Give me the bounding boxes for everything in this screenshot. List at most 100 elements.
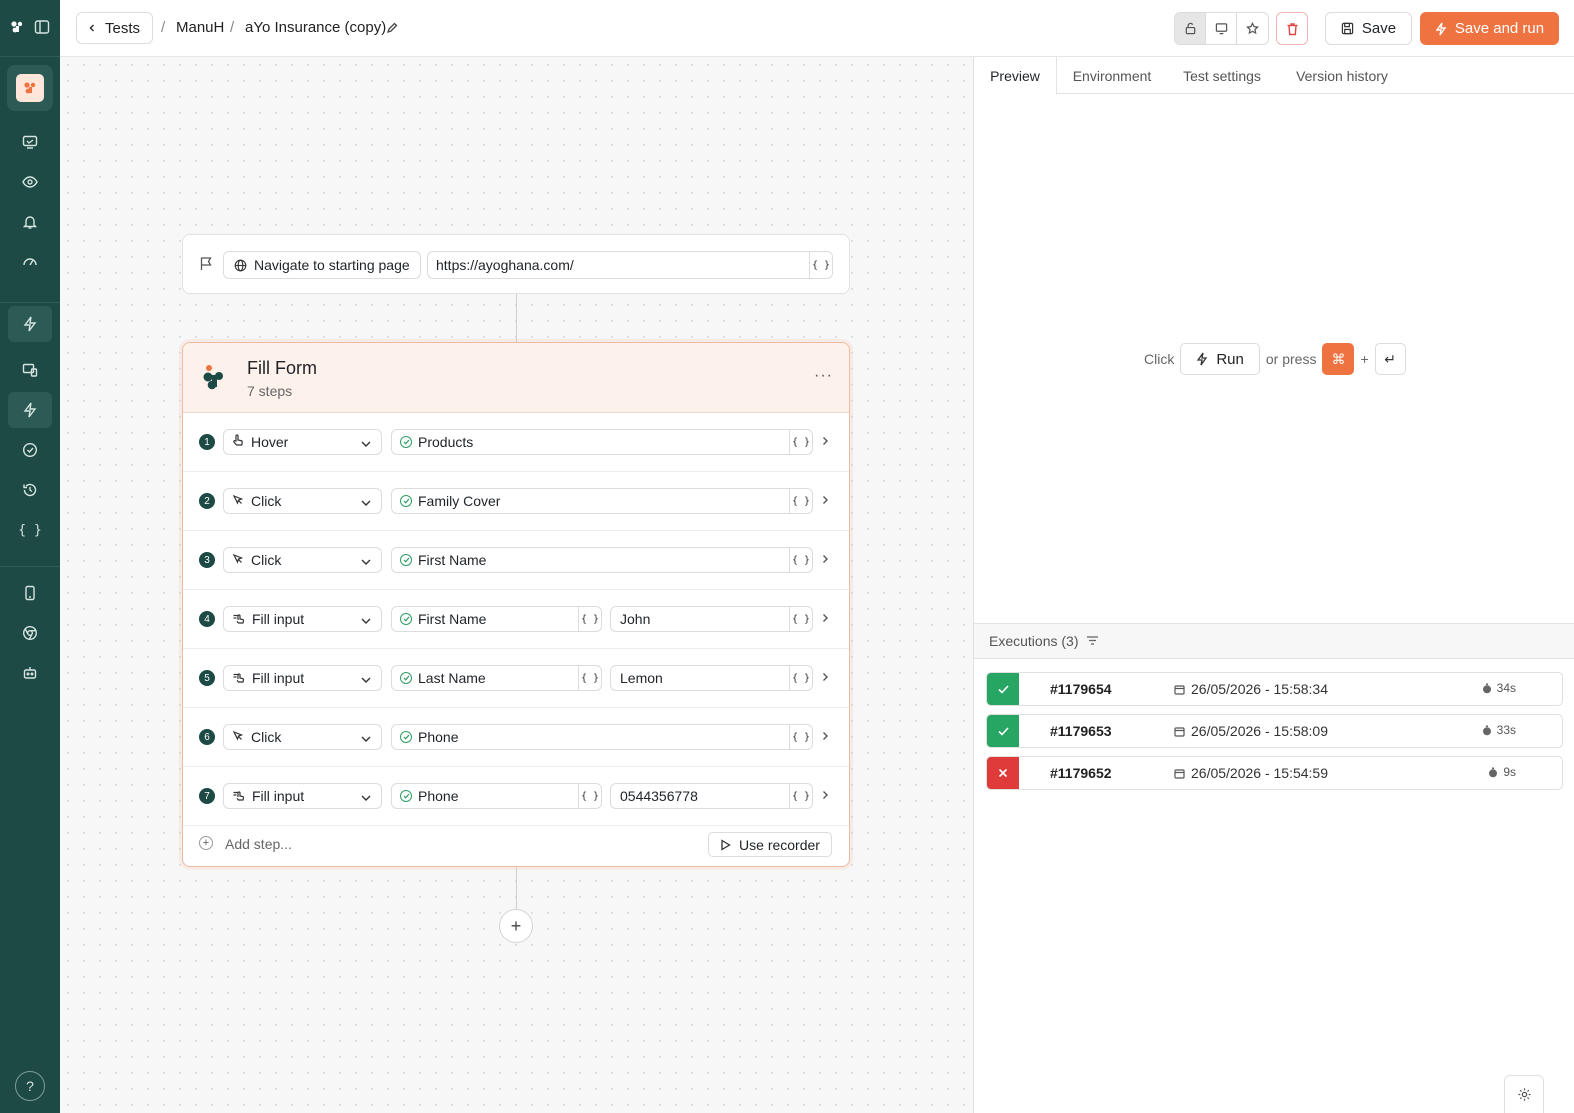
step-target-selector[interactable]: Last Name { } <box>391 665 602 691</box>
chevron-right-icon[interactable] <box>821 728 829 744</box>
execution-row[interactable]: #1179654 26/05/2026 - 15:58:34 34s <box>986 672 1563 706</box>
step-row[interactable]: 7 Fill input Phone { } 0544356778 {} <box>183 767 849 826</box>
step-target-label: First Name <box>418 611 487 627</box>
brand-logo-icon[interactable] <box>10 20 24 37</box>
step-action-select[interactable]: Click <box>223 488 382 514</box>
more-options-icon[interactable]: ··· <box>814 367 833 385</box>
tab-test-settings[interactable]: Test settings <box>1166 57 1278 94</box>
step-target-selector[interactable]: Phone { } <box>391 724 813 750</box>
breadcrumb-folder[interactable]: ManuH <box>176 19 224 36</box>
chevron-right-icon[interactable] <box>821 610 829 626</box>
stopwatch-icon <box>1482 683 1491 693</box>
step-row[interactable]: 5 Fill input Last Name { } Lemon {} <box>183 649 849 708</box>
step-row[interactable]: 1 Hover Products { } <box>183 413 849 472</box>
chevron-down-icon <box>361 670 371 686</box>
variable-braces-button[interactable]: { } <box>789 665 812 691</box>
tab-environment[interactable]: Environment <box>1058 57 1166 94</box>
test-name[interactable]: aYo Insurance (copy) <box>245 19 386 36</box>
save-and-run-label: Save and run <box>1454 20 1545 37</box>
flow-connector <box>516 294 517 342</box>
step-value-input[interactable]: John { } <box>610 606 813 632</box>
sidebar-item-tests[interactable] <box>8 306 52 342</box>
variable-braces-button[interactable]: { } <box>789 547 812 573</box>
sidebar-item-monitor[interactable] <box>8 124 52 160</box>
group-header[interactable]: Fill Form 7 steps ··· <box>183 343 849 413</box>
preview-toggle[interactable] <box>1206 13 1237 44</box>
variable-braces-button[interactable]: { } <box>578 665 601 691</box>
step-row[interactable]: 3 Click First Name { } <box>183 531 849 590</box>
plus-icon[interactable]: + <box>199 836 213 850</box>
variable-braces-button[interactable]: { } <box>789 429 812 455</box>
right-panel: Preview Environment Test settings Versio… <box>973 57 1574 1113</box>
sidebar-item-mobile[interactable] <box>8 575 52 611</box>
step-row[interactable]: 6 Click Phone { } <box>183 708 849 767</box>
step-action-select[interactable]: Fill input <box>223 665 382 691</box>
lock-toggle[interactable] <box>1175 13 1206 44</box>
edit-pencil-icon[interactable] <box>386 21 398 37</box>
execution-row[interactable]: #1179652 26/05/2026 - 15:54:59 9s <box>986 756 1563 790</box>
sidebar-item-bots[interactable] <box>8 655 52 691</box>
step-row[interactable]: 4 Fill input First Name { } John {} <box>183 590 849 649</box>
variable-braces-button[interactable]: { } <box>789 606 812 632</box>
toggle-sidebar-icon[interactable] <box>34 19 50 38</box>
sidebar-item-browser[interactable] <box>8 615 52 651</box>
sidebar-item-devices[interactable] <box>8 352 52 388</box>
variable-braces-button[interactable]: { } <box>789 724 812 750</box>
step-action-select[interactable]: Fill input <box>223 783 382 809</box>
add-step-input[interactable]: Add step... <box>225 836 292 852</box>
step-action-select[interactable]: Hover <box>223 429 382 455</box>
step-target-selector[interactable]: Phone { } <box>391 783 602 809</box>
chevron-right-icon[interactable] <box>821 492 829 508</box>
step-target-selector[interactable]: Products { } <box>391 429 813 455</box>
tab-preview[interactable]: Preview <box>974 57 1057 95</box>
help-button[interactable]: ? <box>15 1071 45 1101</box>
workspace-switcher[interactable] <box>7 65 53 111</box>
step-target-selector[interactable]: First Name { } <box>391 606 602 632</box>
execution-row[interactable]: #1179653 26/05/2026 - 15:58:09 33s <box>986 714 1563 748</box>
sidebar-item-history[interactable] <box>8 472 52 508</box>
chevron-right-icon[interactable] <box>821 669 829 685</box>
chevron-right-icon[interactable] <box>821 787 829 803</box>
sidebar-item-visual[interactable] <box>8 164 52 200</box>
navigate-step-card[interactable]: Navigate to starting page https://ayogha… <box>182 234 850 294</box>
step-row[interactable]: 2 Click Family Cover { } <box>183 472 849 531</box>
run-button[interactable]: Run <box>1180 343 1260 375</box>
back-to-tests-button[interactable]: Tests <box>76 12 154 44</box>
step-action-select[interactable]: Fill input <box>223 606 382 632</box>
step-action-select[interactable]: Click <box>223 724 382 750</box>
add-node-button[interactable]: + <box>499 909 533 943</box>
step-value-input[interactable]: 0544356778 { } <box>610 783 813 809</box>
variable-braces-button[interactable]: { } <box>578 606 601 632</box>
sidebar-item-performance[interactable] <box>8 244 52 280</box>
favorite-toggle[interactable] <box>1237 13 1268 44</box>
delete-button[interactable] <box>1276 12 1308 45</box>
save-label: Save <box>1361 20 1397 37</box>
navigate-action-pill[interactable]: Navigate to starting page <box>223 251 421 279</box>
step-target-label: Last Name <box>418 670 486 686</box>
step-action-label: Fill input <box>252 788 305 804</box>
variable-braces-button[interactable]: { } <box>809 252 832 278</box>
sidebar-item-variables[interactable]: { } <box>8 512 52 548</box>
chevron-right-icon[interactable] <box>821 433 829 449</box>
filter-icon[interactable] <box>1086 633 1099 649</box>
sidebar-item-alerts[interactable] <box>8 204 52 240</box>
starting-url-input[interactable]: https://ayoghana.com/ { } <box>427 251 833 279</box>
variable-braces-button[interactable]: { } <box>789 783 812 809</box>
sidebar-item-runs[interactable] <box>8 392 52 428</box>
tab-version-history[interactable]: Version history <box>1278 57 1406 94</box>
status-passed-icon <box>987 715 1019 747</box>
sidebar-item-results[interactable] <box>8 432 52 468</box>
chevron-right-icon[interactable] <box>821 551 829 567</box>
settings-button[interactable] <box>1504 1075 1544 1113</box>
step-value-input[interactable]: Lemon { } <box>610 665 813 691</box>
variable-braces-button[interactable]: { } <box>789 488 812 514</box>
step-target-selector[interactable]: First Name { } <box>391 547 813 573</box>
step-number: 3 <box>199 552 215 568</box>
step-target-selector[interactable]: Family Cover { } <box>391 488 813 514</box>
use-recorder-button[interactable]: Use recorder <box>708 832 832 857</box>
variable-braces-button[interactable]: { } <box>578 783 601 809</box>
sidebar: { } ? <box>0 0 60 1113</box>
save-button[interactable]: Save <box>1325 12 1412 45</box>
step-action-select[interactable]: Click <box>223 547 382 573</box>
save-and-run-button[interactable]: Save and run <box>1420 12 1559 45</box>
